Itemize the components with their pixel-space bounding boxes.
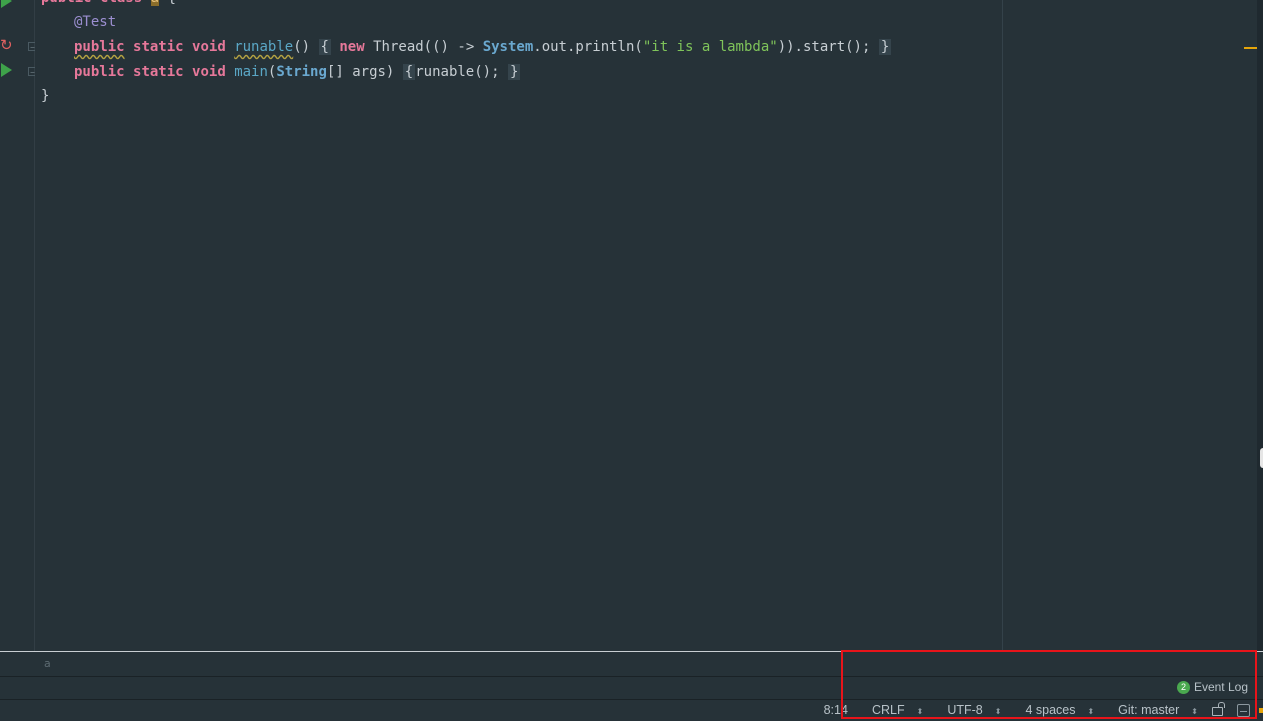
chevron-updown-icon: ⬍ [916, 707, 924, 716]
chevron-updown-icon: ⬍ [1087, 707, 1095, 716]
caret-position[interactable]: 8:14 [824, 703, 848, 717]
method-main: main [234, 64, 268, 80]
code-line-runable[interactable]: public static void runable() { new Threa… [74, 37, 892, 57]
code-editor[interactable] [35, 0, 1257, 651]
notification-indicator [1259, 708, 1263, 713]
folded-main-open[interactable]: { [402, 64, 416, 80]
line-separator-selector[interactable]: CRLF ⬍ [860, 703, 923, 717]
string-literal: "it is a lambda" [642, 39, 778, 55]
breadcrumb-bar: a [0, 652, 1263, 677]
folded-body-close[interactable]: } [878, 39, 892, 55]
folded-main-close[interactable]: } [507, 64, 521, 80]
chevron-updown-icon: ⬍ [994, 707, 1002, 716]
vertical-scrollbar[interactable] [1257, 0, 1263, 651]
code-line-class[interactable]: public class a { [41, 0, 176, 8]
editor-gutter: ↻ [0, 0, 35, 651]
tool-window-bar: 2 Event Log [0, 677, 1263, 700]
run-main-icon[interactable] [1, 63, 12, 77]
recursive-call-icon[interactable]: ↻ [0, 37, 13, 53]
code-line-main[interactable]: public static void main(String[] args) {… [74, 62, 521, 82]
breadcrumb-class[interactable]: a [44, 657, 51, 670]
status-bar: 8:14 CRLF ⬍ UTF-8 ⬍ 4 spaces ⬍ Git: master ⬍ [0, 700, 1263, 721]
code-line-annotation[interactable]: @Test [74, 12, 116, 32]
class-name: a [150, 0, 160, 6]
event-count-badge: 2 [1176, 680, 1190, 694]
test-annotation: @Test [74, 14, 117, 30]
indent-selector[interactable]: 4 spaces ⬍ [1013, 703, 1094, 717]
hector-inspector-icon[interactable] [1237, 703, 1250, 717]
folded-body-open[interactable]: { [318, 39, 331, 55]
warning-stripe-marker[interactable] [1244, 47, 1257, 49]
right-margin-guide [1002, 0, 1003, 651]
run-class-icon[interactable] [1, 0, 12, 8]
read-only-lock-icon[interactable] [1212, 701, 1225, 716]
chevron-updown-icon: ⬍ [1191, 707, 1198, 716]
git-branch-selector[interactable]: Git: master ⬍ [1106, 703, 1198, 717]
method-runable: runable [234, 39, 294, 55]
code-line-closing-brace[interactable]: } [41, 86, 49, 106]
encoding-selector[interactable]: UTF-8 ⬍ [935, 703, 1001, 717]
event-log-label: Event Log [1193, 680, 1248, 694]
event-log-button[interactable]: 2 Event Log [1176, 680, 1248, 694]
